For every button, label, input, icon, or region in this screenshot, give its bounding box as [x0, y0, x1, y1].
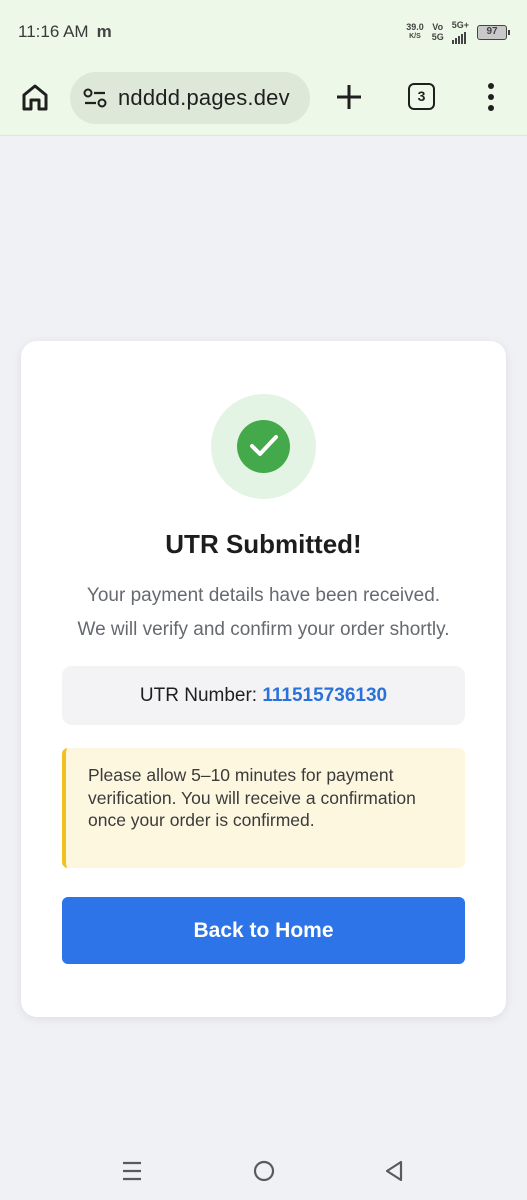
page-title: UTR Submitted! — [165, 529, 362, 559]
status-right: 39.0 K/S Vo 5G 5G+ 97 — [406, 19, 510, 44]
more-vert-icon — [488, 83, 494, 111]
volte-bottom: 5G — [431, 32, 444, 42]
signal-bars-icon — [451, 30, 466, 44]
cellular-signal: 5G+ — [451, 19, 469, 44]
site-settings-icon[interactable] — [82, 85, 108, 111]
back-to-home-button[interactable]: Back to Home — [62, 897, 465, 964]
description-line-1: Your payment details have been received. — [86, 585, 441, 606]
plus-icon — [337, 85, 361, 109]
description: Your payment details have been received.… — [21, 579, 506, 647]
network-speed-value: 39.0 — [406, 22, 424, 32]
status-left: 11:16 AM m — [18, 22, 112, 42]
app-notification-icon: m — [96, 22, 112, 41]
new-tab-button[interactable] — [334, 82, 364, 112]
verification-notice: Please allow 5–10 minutes for payment ve… — [62, 748, 465, 868]
home-button[interactable] — [18, 80, 52, 114]
status-bar: 11:16 AM m 39.0 K/S Vo 5G 5G+ 97 — [0, 0, 527, 64]
address-bar[interactable]: ndddd.pages.dev — [70, 72, 310, 124]
volte-indicator: Vo 5G — [432, 22, 444, 42]
tab-switcher-button[interactable]: 3 — [408, 83, 435, 110]
browser-toolbar: ndddd.pages.dev 3 — [0, 64, 527, 136]
more-menu-button[interactable] — [480, 80, 502, 114]
nav-back-icon[interactable] — [383, 1159, 405, 1183]
system-nav-bar — [0, 1140, 527, 1200]
recent-apps-icon[interactable] — [121, 1160, 143, 1182]
checkmark-icon — [250, 435, 278, 456]
success-check-icon — [237, 420, 290, 473]
network-speed-unit: K/S — [409, 33, 421, 40]
url-text: ndddd.pages.dev — [118, 85, 290, 110]
status-time: 11:16 AM — [18, 22, 89, 41]
confirmation-card: UTR Submitted! Your payment details have… — [21, 341, 506, 1017]
network-speed: 39.0 K/S — [406, 22, 424, 42]
utr-label: UTR Number: — [139, 685, 263, 706]
utr-number: 111515736130 — [262, 685, 388, 706]
description-line-2: We will verify and confirm your order sh… — [77, 619, 450, 640]
volte-top: Vo — [432, 22, 444, 32]
network-type: 5G+ — [451, 19, 469, 30]
utr-box: UTR Number: 111515736130 — [62, 666, 465, 725]
success-icon-container — [211, 394, 316, 499]
nav-home-icon[interactable] — [252, 1159, 276, 1183]
home-icon — [22, 84, 48, 111]
battery-icon: 97 — [477, 24, 510, 40]
